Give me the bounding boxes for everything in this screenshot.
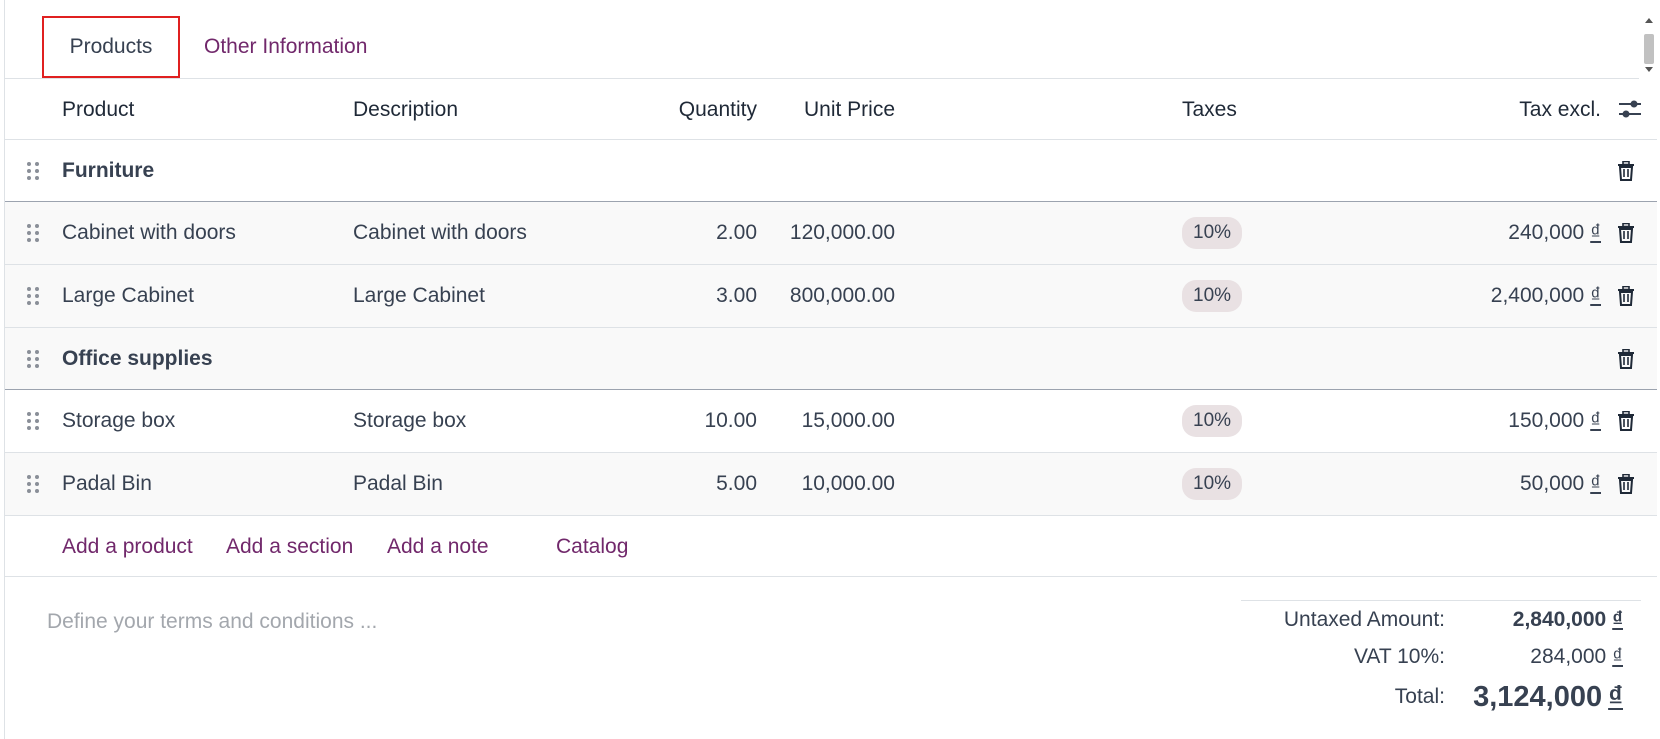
- table-row[interactable]: Cabinet with doors Cabinet with doors 2.…: [5, 202, 1657, 265]
- untaxed-amount-row: Untaxed Amount: 2,840,000 ₫: [1241, 601, 1641, 638]
- column-settings-icon[interactable]: [1617, 97, 1643, 121]
- vat-value: 284,000 ₫: [1530, 644, 1623, 668]
- line-quantity[interactable]: 2.00: [716, 202, 757, 264]
- table-row[interactable]: Padal Bin Padal Bin 5.00 10,000.00 10% 5…: [5, 453, 1657, 516]
- table-row[interactable]: Large Cabinet Large Cabinet 3.00 800,000…: [5, 265, 1657, 328]
- add-section-link[interactable]: Add a section: [226, 516, 353, 577]
- column-header-tax-excl[interactable]: Tax excl.: [1519, 79, 1601, 140]
- column-header-quantity[interactable]: Quantity: [679, 79, 757, 140]
- line-taxes[interactable]: 10%: [1182, 453, 1243, 515]
- currency-symbol: ₫: [1590, 221, 1601, 244]
- currency-symbol: ₫: [1590, 472, 1601, 495]
- scroll-down-arrow-icon[interactable]: [1645, 67, 1653, 72]
- add-note-link[interactable]: Add a note: [387, 516, 489, 577]
- line-product[interactable]: Padal Bin: [62, 453, 152, 515]
- vertical-scrollbar[interactable]: [1641, 18, 1657, 78]
- section-row-office-supplies[interactable]: Office supplies: [5, 328, 1657, 390]
- line-taxes[interactable]: 10%: [1182, 390, 1243, 452]
- currency-symbol: ₫: [1590, 284, 1601, 307]
- trash-icon[interactable]: [1615, 328, 1637, 389]
- total-value: 3,124,000 ₫: [1473, 680, 1623, 713]
- table-header: Product Description Quantity Unit Price …: [5, 79, 1657, 140]
- line-subtotal: 150,000 ₫: [1508, 390, 1601, 452]
- line-taxes[interactable]: 10%: [1182, 265, 1243, 327]
- line-description[interactable]: Storage box: [353, 390, 466, 452]
- tax-badge: 10%: [1182, 468, 1243, 500]
- subtotal-amount: 50,000: [1519, 472, 1585, 495]
- vat-label: VAT 10%:: [1353, 644, 1445, 668]
- line-unit-price[interactable]: 120,000.00: [790, 202, 895, 264]
- table-row[interactable]: Storage box Storage box 10.00 15,000.00 …: [5, 390, 1657, 453]
- section-row-furniture[interactable]: Furniture: [5, 140, 1657, 202]
- tax-badge: 10%: [1182, 280, 1243, 312]
- scrollbar-thumb[interactable]: [1644, 34, 1654, 64]
- total-row: Total: 3,124,000 ₫: [1241, 675, 1641, 719]
- section-name: Office supplies: [62, 346, 213, 370]
- currency-symbol: ₫: [1590, 409, 1601, 432]
- drag-handle-icon[interactable]: [25, 140, 41, 201]
- trash-icon[interactable]: [1615, 140, 1637, 201]
- trash-icon[interactable]: [1615, 202, 1637, 264]
- scroll-up-arrow-icon[interactable]: [1645, 18, 1653, 23]
- trash-icon[interactable]: [1615, 453, 1637, 515]
- line-unit-price[interactable]: 15,000.00: [802, 390, 895, 452]
- line-quantity[interactable]: 10.00: [704, 390, 757, 452]
- line-quantity[interactable]: 5.00: [716, 453, 757, 515]
- untaxed-amount-value: 2,840,000 ₫: [1512, 607, 1623, 631]
- line-subtotal: 240,000 ₫: [1508, 202, 1601, 264]
- tab-products[interactable]: Products: [42, 16, 180, 78]
- notebook-tabs: Products Other Information: [5, 0, 1639, 79]
- line-description[interactable]: Cabinet with doors: [353, 202, 527, 264]
- trash-icon[interactable]: [1615, 265, 1637, 327]
- line-description[interactable]: Padal Bin: [353, 453, 443, 515]
- order-lines-panel: Products Other Information Product Descr…: [4, 0, 1657, 739]
- drag-handle-icon[interactable]: [25, 390, 41, 452]
- column-header-description[interactable]: Description: [353, 79, 458, 140]
- column-header-unit-price[interactable]: Unit Price: [804, 79, 895, 140]
- section-name: Furniture: [62, 158, 155, 182]
- column-header-product[interactable]: Product: [62, 79, 134, 140]
- drag-handle-icon[interactable]: [25, 453, 41, 515]
- trash-icon[interactable]: [1615, 390, 1637, 452]
- terms-conditions-field[interactable]: Define your terms and conditions ...: [47, 610, 377, 634]
- vat-row: VAT 10%: 284,000 ₫: [1241, 638, 1641, 675]
- line-product[interactable]: Large Cabinet: [62, 265, 194, 327]
- column-header-taxes[interactable]: Taxes: [1182, 79, 1237, 140]
- line-unit-price[interactable]: 10,000.00: [802, 453, 895, 515]
- line-quantity[interactable]: 3.00: [716, 265, 757, 327]
- drag-handle-icon[interactable]: [25, 328, 41, 389]
- line-unit-price[interactable]: 800,000.00: [790, 265, 895, 327]
- subtotal-amount: 2,400,000: [1490, 284, 1585, 307]
- total-label: Total:: [1394, 685, 1445, 708]
- catalog-link[interactable]: Catalog: [556, 516, 628, 577]
- order-lines-table: Product Description Quantity Unit Price …: [5, 79, 1657, 577]
- drag-handle-icon[interactable]: [25, 202, 41, 264]
- line-product[interactable]: Storage box: [62, 390, 175, 452]
- line-subtotal: 50,000 ₫: [1520, 453, 1601, 515]
- totals-summary: Untaxed Amount: 2,840,000 ₫ VAT 10%: 284,…: [1241, 600, 1641, 719]
- line-description[interactable]: Large Cabinet: [353, 265, 485, 327]
- tax-badge: 10%: [1182, 217, 1243, 249]
- drag-handle-icon[interactable]: [25, 265, 41, 327]
- line-taxes[interactable]: 10%: [1182, 202, 1243, 264]
- line-subtotal: 2,400,000 ₫: [1491, 265, 1601, 327]
- line-actions-bar: Add a product Add a section Add a note C…: [5, 516, 1657, 577]
- line-product[interactable]: Cabinet with doors: [62, 202, 236, 264]
- tab-other-information[interactable]: Other Information: [204, 16, 367, 78]
- add-product-link[interactable]: Add a product: [62, 516, 193, 577]
- tax-badge: 10%: [1182, 405, 1243, 437]
- subtotal-amount: 150,000: [1508, 409, 1585, 432]
- untaxed-amount-label: Untaxed Amount:: [1283, 607, 1445, 631]
- subtotal-amount: 240,000: [1508, 221, 1585, 244]
